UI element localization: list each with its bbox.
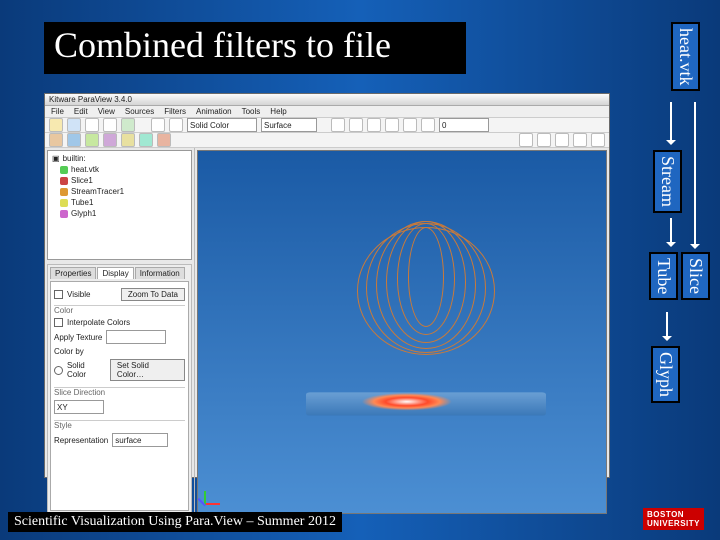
- eye-icon[interactable]: [60, 210, 68, 218]
- window-titlebar: Kitware ParaView 3.4.0: [45, 94, 609, 106]
- open-icon[interactable]: [49, 118, 63, 132]
- menu-item[interactable]: Edit: [74, 107, 88, 116]
- paraview-window: Kitware ParaView 3.4.0 File Edit View So…: [44, 93, 610, 478]
- texture-select[interactable]: [106, 330, 166, 344]
- section-style: Style: [54, 420, 185, 430]
- flow-tube: Tube: [649, 252, 678, 300]
- orientation-axes: [206, 479, 232, 505]
- representation-select[interactable]: Surface: [261, 118, 317, 132]
- clip-icon[interactable]: [85, 133, 99, 147]
- connect-icon[interactable]: [85, 118, 99, 132]
- tab-information[interactable]: Information: [135, 267, 185, 279]
- stream-icon[interactable]: [139, 133, 153, 147]
- view-y-icon[interactable]: [573, 133, 587, 147]
- visible-label: Visible: [67, 290, 90, 299]
- menu-item[interactable]: Tools: [242, 107, 261, 116]
- tab-properties[interactable]: Properties: [50, 267, 96, 279]
- rep-label: Representation: [54, 436, 108, 445]
- loop-icon[interactable]: [421, 118, 435, 132]
- colorby-label: Color by: [54, 347, 84, 356]
- slice-icon[interactable]: [67, 133, 81, 147]
- rep-select[interactable]: surface: [112, 433, 168, 447]
- server-icon: ▣: [52, 154, 60, 163]
- arrow-icon: [666, 312, 668, 338]
- flow-glyph: Glyph: [651, 346, 680, 403]
- flow-stream: Stream: [653, 150, 682, 213]
- tab-display[interactable]: Display: [97, 267, 133, 279]
- tube-icon[interactable]: [157, 133, 171, 147]
- prev-frame-icon[interactable]: [349, 118, 363, 132]
- glyph-icon[interactable]: [49, 133, 63, 147]
- next-frame-icon[interactable]: [385, 118, 399, 132]
- menu-item[interactable]: Animation: [196, 107, 232, 116]
- reset-camera-icon[interactable]: [519, 133, 533, 147]
- flow-root: heat.vtk: [671, 22, 700, 91]
- tree-item[interactable]: heat.vtk: [50, 164, 189, 175]
- time-field[interactable]: 0: [439, 118, 489, 132]
- pipeline-browser[interactable]: ▣ builtin: heat.vtk Slice1 StreamTracer1…: [47, 150, 192, 260]
- first-frame-icon[interactable]: [331, 118, 345, 132]
- section-slice: Slice Direction: [54, 387, 185, 397]
- axes-icon[interactable]: [537, 133, 551, 147]
- section-color: Color: [54, 305, 185, 315]
- eye-icon[interactable]: [60, 177, 68, 185]
- bu-logo: BOSTONUNIVERSITY: [643, 508, 704, 530]
- visible-checkbox[interactable]: [54, 290, 63, 299]
- help-icon[interactable]: [121, 118, 135, 132]
- tree-item[interactable]: Slice1: [50, 175, 189, 186]
- menubar[interactable]: File Edit View Sources Filters Animation…: [45, 106, 609, 118]
- menu-item[interactable]: View: [98, 107, 115, 116]
- toolbar-row-2: [45, 133, 609, 148]
- redo-icon[interactable]: [169, 118, 183, 132]
- object-inspector: Properties Display Information Visible Z…: [47, 264, 192, 514]
- play-icon[interactable]: [367, 118, 381, 132]
- zoom-to-data-button[interactable]: Zoom To Data: [121, 288, 185, 301]
- color-mode-select[interactable]: Solid Color: [187, 118, 257, 132]
- streamline-tubes: [351, 221, 501, 371]
- tree-item[interactable]: Glyph1: [50, 208, 189, 219]
- save-icon[interactable]: [67, 118, 81, 132]
- view-x-icon[interactable]: [555, 133, 569, 147]
- undo-icon[interactable]: [151, 118, 165, 132]
- arrow-icon: [670, 102, 672, 142]
- render-view[interactable]: [197, 150, 607, 514]
- slice-dir-select[interactable]: XY: [54, 400, 104, 414]
- view-z-icon[interactable]: [591, 133, 605, 147]
- tree-item[interactable]: StreamTracer1: [50, 186, 189, 197]
- apply-texture-label: Apply Texture: [54, 333, 102, 342]
- arrow-icon: [694, 102, 696, 246]
- contour-icon[interactable]: [103, 133, 117, 147]
- interp-label: Interpolate Colors: [67, 318, 130, 327]
- menu-item[interactable]: File: [51, 107, 64, 116]
- interp-checkbox[interactable]: [54, 318, 63, 327]
- menu-item[interactable]: Filters: [164, 107, 186, 116]
- menu-item[interactable]: Sources: [125, 107, 154, 116]
- set-solid-color-button[interactable]: Set Solid Color…: [110, 359, 185, 381]
- flow-slice: Slice: [681, 252, 710, 300]
- menu-item[interactable]: Help: [270, 107, 286, 116]
- slice-plane: [306, 393, 546, 416]
- disconnect-icon[interactable]: [103, 118, 117, 132]
- eye-icon[interactable]: [60, 199, 68, 207]
- slide-title: Combined filters to file: [44, 22, 466, 74]
- threshold-icon[interactable]: [121, 133, 135, 147]
- eye-icon[interactable]: [60, 188, 68, 196]
- slide-footer: Scientific Visualization Using Para.View…: [8, 512, 342, 532]
- solidcolor-label: Solid Color: [67, 361, 106, 379]
- solidcolor-radio[interactable]: [54, 366, 63, 375]
- last-frame-icon[interactable]: [403, 118, 417, 132]
- arrow-icon: [670, 218, 672, 244]
- toolbar-row-1: Solid Color Surface 0: [45, 118, 609, 133]
- tree-root[interactable]: ▣ builtin:: [50, 153, 189, 164]
- tree-item[interactable]: Tube1: [50, 197, 189, 208]
- eye-icon[interactable]: [60, 166, 68, 174]
